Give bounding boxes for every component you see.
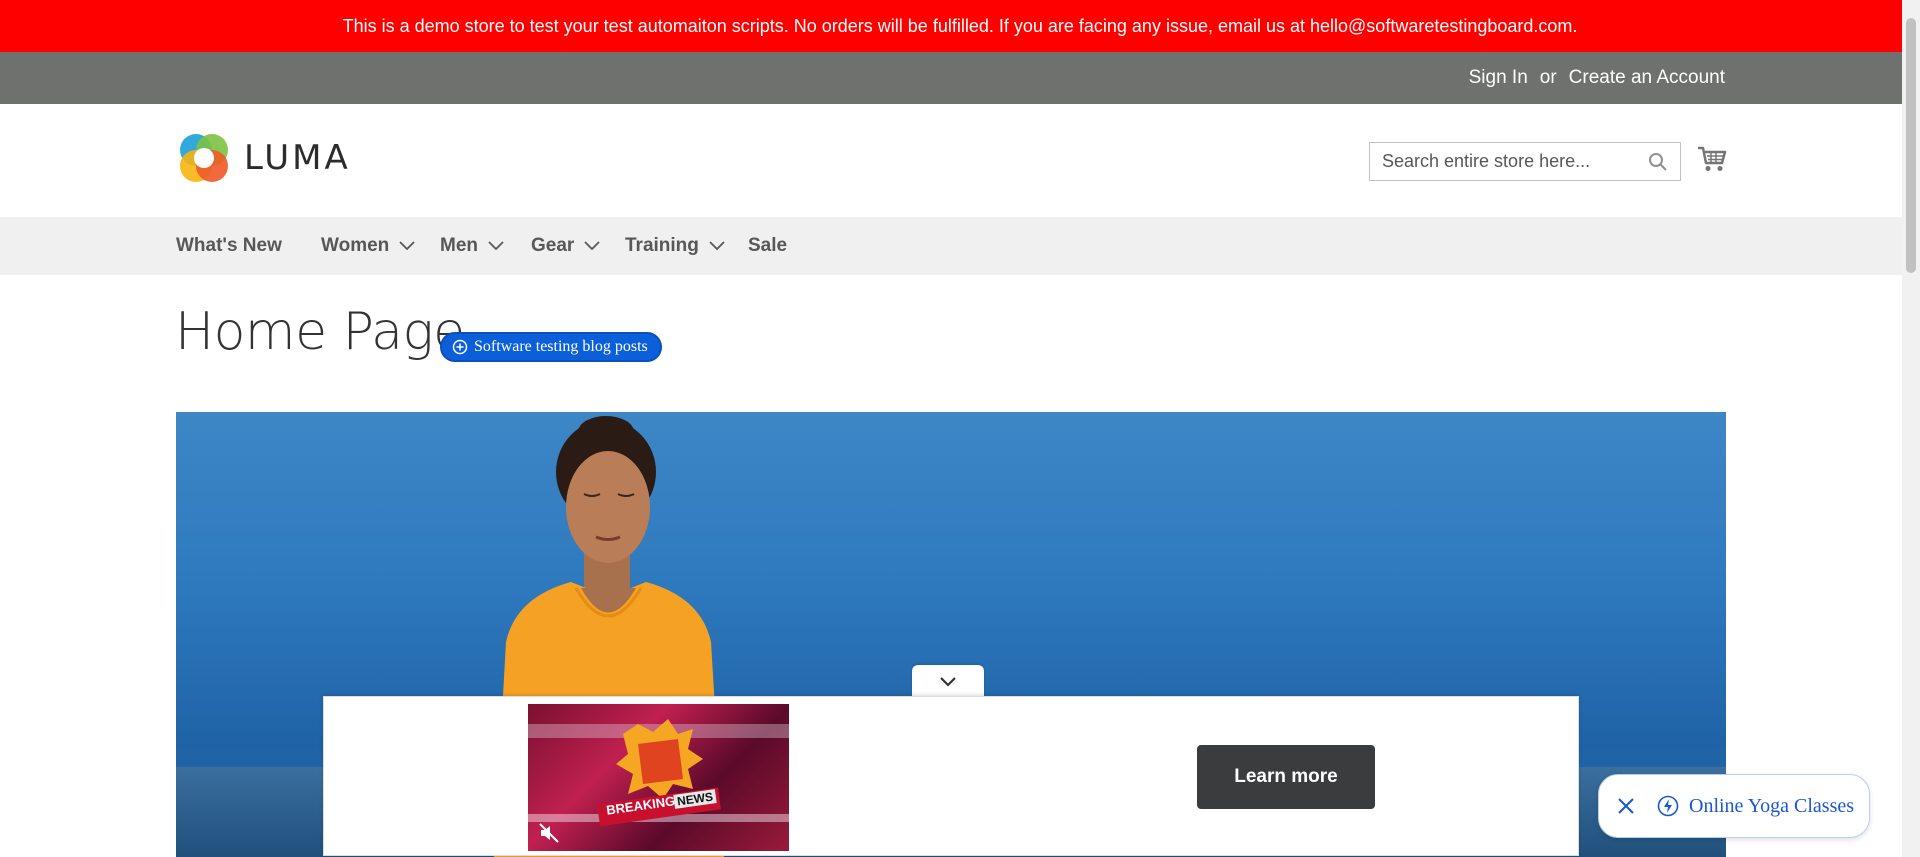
nav-label: Training xyxy=(625,235,699,256)
sign-in-link[interactable]: Sign In xyxy=(1469,67,1528,89)
nav-item-training[interactable]: Training xyxy=(625,217,725,275)
nav-item-gear[interactable]: Gear xyxy=(531,217,600,275)
nav-item-men[interactable]: Men xyxy=(440,217,504,275)
breaking-news-graphic xyxy=(528,719,789,827)
chevron-down-icon xyxy=(584,241,600,251)
nav-label: Gear xyxy=(531,235,575,256)
search-icon[interactable] xyxy=(1648,152,1668,172)
or-separator: or xyxy=(1539,67,1557,88)
chevron-down-icon xyxy=(488,241,504,251)
luma-logo-icon xyxy=(180,134,228,182)
search-box xyxy=(1369,142,1681,181)
online-yoga-widget: Online Yoga Classes xyxy=(1598,774,1870,838)
create-account-link[interactable]: Create an Account xyxy=(1569,67,1725,89)
header-panel: Sign In or Create an Account xyxy=(0,52,1920,104)
plus-circle-icon xyxy=(452,339,468,355)
main-navigation: What's New Women Men Gear Training Sale xyxy=(0,217,1902,275)
online-yoga-link[interactable]: Online Yoga Classes xyxy=(1689,795,1854,818)
store-logo[interactable]: LUMA xyxy=(176,130,351,186)
blog-posts-button[interactable]: Software testing blog posts xyxy=(440,332,662,362)
blog-posts-label: Software testing blog posts xyxy=(474,338,648,355)
nav-item-sale[interactable]: Sale xyxy=(748,217,787,275)
nav-label: Women xyxy=(321,235,390,256)
learn-more-button[interactable]: Learn more xyxy=(1197,745,1375,809)
search-input[interactable] xyxy=(1370,143,1654,180)
lightning-icon xyxy=(1657,795,1679,817)
nav-label: Sale xyxy=(748,235,788,256)
demo-store-notice: This is a demo store to test your test a… xyxy=(0,0,1920,52)
demo-notice-text: This is a demo store to test your test a… xyxy=(342,15,1578,36)
header-links: Sign In or Create an Account xyxy=(1469,52,1725,104)
page-title: Home Page xyxy=(175,302,465,362)
page-scrollbar[interactable] xyxy=(1902,0,1920,857)
logo-text: LUMA xyxy=(244,138,351,178)
chevron-down-icon xyxy=(399,241,415,251)
scrollbar-thumb[interactable] xyxy=(1906,18,1916,273)
nav-label: Men xyxy=(440,235,478,256)
close-icon[interactable] xyxy=(1617,797,1635,815)
cart-icon[interactable] xyxy=(1697,145,1727,173)
chevron-down-icon xyxy=(709,241,725,251)
chevron-down-icon xyxy=(940,676,956,687)
nav-label: What's New xyxy=(176,235,282,256)
muted-speaker-icon[interactable] xyxy=(538,822,560,844)
ad-collapse-tab[interactable] xyxy=(912,665,984,697)
ad-video-thumbnail[interactable]: BREAKING NEWS xyxy=(528,704,789,851)
nav-item-whats-new[interactable]: What's New xyxy=(176,217,282,275)
nav-item-women[interactable]: Women xyxy=(321,217,415,275)
ad-banner xyxy=(323,696,1579,856)
learn-more-label: Learn more xyxy=(1234,766,1338,787)
